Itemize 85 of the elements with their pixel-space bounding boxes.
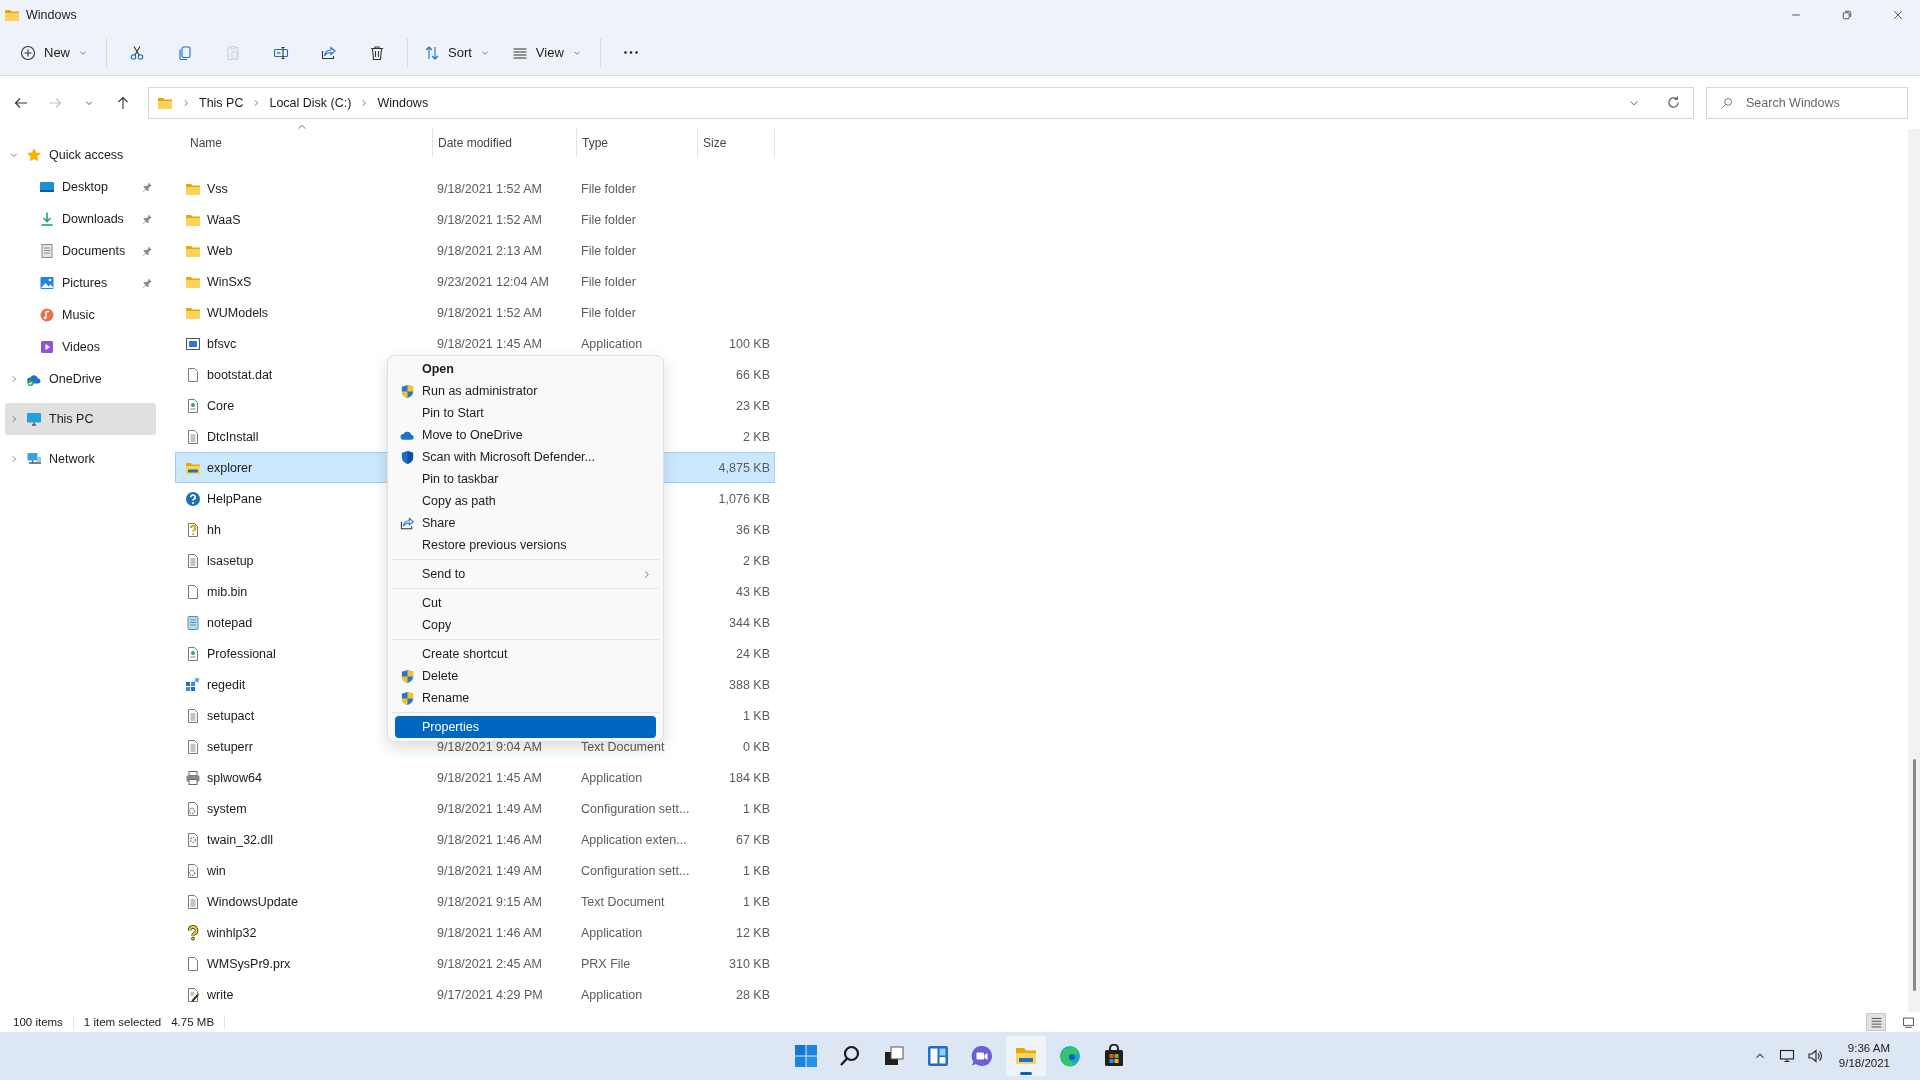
file-name: HelpPane bbox=[207, 491, 262, 506]
file-name: winhlp32 bbox=[207, 925, 257, 940]
file-name: bfsvc bbox=[207, 336, 237, 351]
date-modified: 9/18/2021 1:49 AM bbox=[437, 801, 542, 816]
file-name: win bbox=[207, 863, 226, 878]
file-size: 67 KB bbox=[735, 832, 770, 847]
file-name: Core bbox=[207, 398, 235, 413]
date-modified: 9/18/2021 1:49 AM bbox=[437, 863, 542, 878]
file-type: Application exten... bbox=[581, 832, 687, 847]
file-name: DtcInstall bbox=[207, 429, 259, 444]
file-type: Application bbox=[581, 987, 643, 1002]
file-name: setuperr bbox=[207, 739, 253, 754]
clock-date: 9/18/2021 bbox=[1838, 1056, 1890, 1071]
date-modified: 9/18/2021 1:52 AM bbox=[437, 212, 542, 227]
file-size: 310 KB bbox=[729, 956, 770, 971]
date-modified: 9/18/2021 2:13 AM bbox=[437, 243, 542, 258]
file-type: Application bbox=[581, 336, 643, 351]
file-size: 1 KB bbox=[742, 894, 770, 909]
file-size: 388 KB bbox=[729, 677, 770, 692]
file-name: mib.bin bbox=[207, 584, 248, 599]
date-modified: 9/18/2021 1:46 AM bbox=[437, 925, 542, 940]
file-name: WMSysPr9.prx bbox=[207, 956, 291, 971]
file-type: File folder bbox=[581, 305, 636, 320]
date-modified: 9/17/2021 4:29 PM bbox=[437, 987, 543, 1002]
file-size: 1,076 KB bbox=[718, 491, 770, 506]
file-name: write bbox=[207, 987, 234, 1002]
file-name: notepad bbox=[207, 615, 253, 630]
file-name: WUModels bbox=[207, 305, 269, 320]
file-size: 100 KB bbox=[729, 336, 770, 351]
file-size: 1 KB bbox=[742, 708, 770, 723]
file-size: 28 KB bbox=[735, 987, 770, 1002]
file-type: Configuration sett... bbox=[581, 863, 690, 878]
file-type: File folder bbox=[581, 212, 636, 227]
file-type: Application bbox=[581, 925, 643, 940]
file-name: Web bbox=[207, 243, 233, 258]
file-type: Text Document bbox=[581, 739, 665, 754]
file-size: 2 KB bbox=[742, 429, 770, 444]
file-name: setupact bbox=[207, 708, 255, 723]
file-name: splwow64 bbox=[207, 770, 262, 785]
file-type: Configuration sett... bbox=[581, 801, 690, 816]
selection-count: 1 item selected bbox=[83, 1016, 162, 1028]
selection-size: 4.75 MB bbox=[171, 1016, 215, 1028]
file-name: Professional bbox=[207, 646, 276, 661]
date-modified: 9/18/2021 2:45 AM bbox=[437, 956, 542, 971]
date-modified: 9/23/2021 12:04 AM bbox=[437, 274, 549, 289]
file-size: 23 KB bbox=[735, 398, 770, 413]
file-size: 36 KB bbox=[735, 522, 770, 537]
file-size: 184 KB bbox=[729, 770, 770, 785]
item-count: 100 items bbox=[13, 1016, 63, 1028]
file-name: twain_32.dll bbox=[207, 832, 273, 847]
date-modified: 9/18/2021 9:04 AM bbox=[437, 739, 542, 754]
file-size: 344 KB bbox=[729, 615, 770, 630]
file-size: 43 KB bbox=[735, 584, 770, 599]
date-modified: 9/18/2021 1:52 AM bbox=[437, 181, 542, 196]
file-type: File folder bbox=[581, 243, 636, 258]
window-title: Windows bbox=[26, 8, 77, 22]
file-type: File folder bbox=[581, 274, 636, 289]
file-size: 24 KB bbox=[735, 646, 770, 661]
file-size: 12 KB bbox=[735, 925, 770, 940]
file-size: 1 KB bbox=[742, 801, 770, 816]
file-size: 1 KB bbox=[742, 863, 770, 878]
file-size: 2 KB bbox=[742, 553, 770, 568]
file-name: bootstat.dat bbox=[207, 367, 273, 382]
file-size: 4,875 KB bbox=[718, 460, 770, 475]
file-name: explorer bbox=[207, 460, 253, 475]
file-type: Text Document bbox=[581, 894, 665, 909]
file-name: WinSxS bbox=[207, 274, 252, 289]
date-modified: 9/18/2021 1:46 AM bbox=[437, 832, 542, 847]
clock-time: 9:36 AM bbox=[1847, 1041, 1890, 1056]
file-name: Vss bbox=[207, 181, 228, 196]
date-modified: 9/18/2021 1:45 AM bbox=[437, 336, 542, 351]
file-size: 66 KB bbox=[735, 367, 770, 382]
file-size: 0 KB bbox=[742, 739, 770, 754]
file-type: PRX File bbox=[581, 956, 631, 971]
file-name: regedit bbox=[207, 677, 246, 692]
file-type: Application bbox=[581, 770, 643, 785]
file-name: system bbox=[207, 801, 247, 816]
file-type: File folder bbox=[581, 181, 636, 196]
file-name: WaaS bbox=[207, 212, 241, 227]
file-name: hh bbox=[207, 522, 221, 537]
file-name: WindowsUpdate bbox=[207, 894, 298, 909]
date-modified: 9/18/2021 9:15 AM bbox=[437, 894, 542, 909]
date-modified: 9/18/2021 1:45 AM bbox=[437, 770, 542, 785]
file-name: lsasetup bbox=[207, 553, 254, 568]
date-modified: 9/18/2021 1:52 AM bbox=[437, 305, 542, 320]
